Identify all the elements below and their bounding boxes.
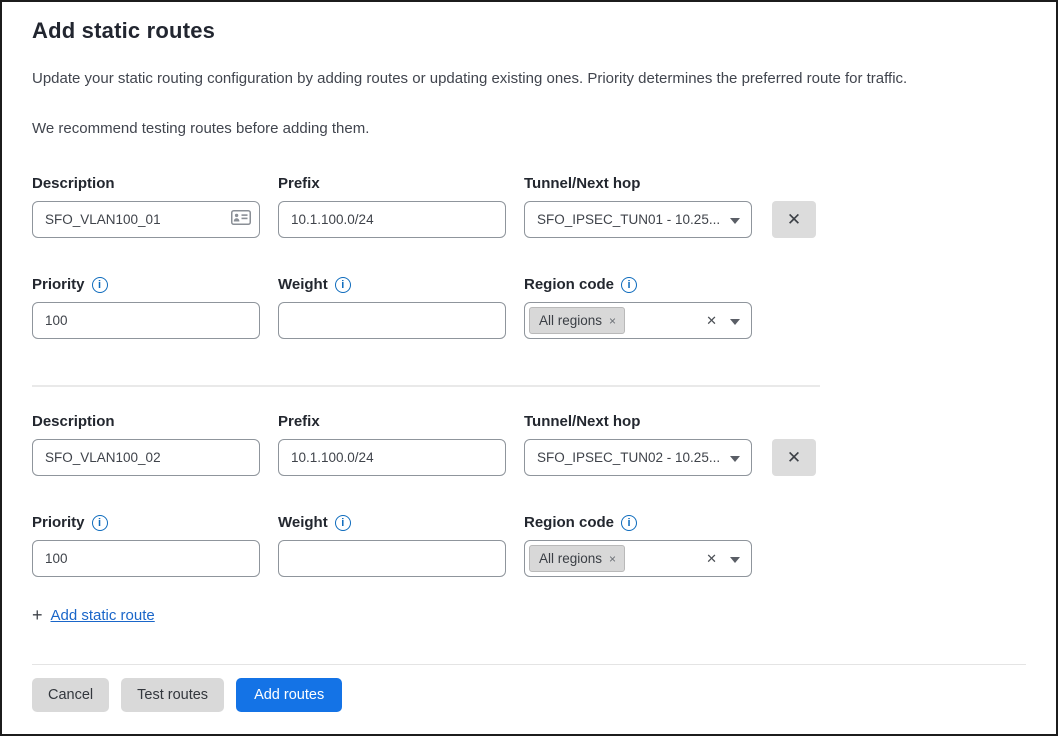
region-chip-label: All regions bbox=[539, 551, 602, 566]
prefix-field-group: Prefix bbox=[278, 175, 506, 238]
footer-buttons: Cancel Test routes Add routes bbox=[32, 678, 1026, 712]
chevron-down-icon bbox=[730, 319, 740, 325]
description-input[interactable] bbox=[32, 439, 260, 476]
page-title: Add static routes bbox=[32, 18, 1026, 44]
add-routes-button[interactable]: Add routes bbox=[236, 678, 342, 712]
info-icon[interactable]: i bbox=[92, 515, 108, 531]
cancel-button[interactable]: Cancel bbox=[32, 678, 109, 712]
chip-remove-icon[interactable]: × bbox=[609, 552, 616, 566]
description-label: Description bbox=[32, 175, 260, 192]
tunnel-select-value: SFO_IPSEC_TUN01 - 10.25... bbox=[537, 212, 720, 227]
route-divider bbox=[32, 385, 820, 387]
add-static-route-row: + Add static route bbox=[32, 605, 1026, 626]
description-input[interactable] bbox=[32, 201, 260, 238]
region-field-group: Region code i All regions × ✕ bbox=[524, 276, 752, 339]
description-field-group: Description bbox=[32, 413, 260, 476]
chevron-down-icon bbox=[730, 456, 740, 462]
weight-label: Weight bbox=[278, 276, 328, 293]
add-static-routes-dialog: Add static routes Update your static rou… bbox=[2, 2, 1056, 712]
tunnel-label: Tunnel/Next hop bbox=[524, 413, 752, 430]
prefix-label: Prefix bbox=[278, 413, 506, 430]
region-select[interactable]: All regions × ✕ bbox=[524, 540, 752, 577]
tunnel-select[interactable]: SFO_IPSEC_TUN01 - 10.25... bbox=[524, 201, 752, 238]
priority-label: Priority bbox=[32, 276, 85, 293]
chevron-down-icon bbox=[730, 218, 740, 224]
tunnel-field-group: Tunnel/Next hop SFO_IPSEC_TUN01 - 10.25.… bbox=[524, 175, 752, 238]
prefix-input[interactable] bbox=[278, 201, 506, 238]
region-label: Region code bbox=[524, 276, 614, 293]
info-icon[interactable]: i bbox=[621, 515, 637, 531]
priority-field-group: Priority i bbox=[32, 514, 260, 577]
tunnel-select[interactable]: SFO_IPSEC_TUN02 - 10.25... bbox=[524, 439, 752, 476]
region-label: Region code bbox=[524, 514, 614, 531]
intro-text: Update your static routing configuration… bbox=[32, 68, 1026, 89]
weight-field-group: Weight i bbox=[278, 276, 506, 339]
route-entry-1: Description Prefix bbox=[32, 175, 1026, 339]
clear-icon[interactable]: ✕ bbox=[706, 551, 717, 567]
region-chip-label: All regions bbox=[539, 313, 602, 328]
route-entry-2: Description Prefix Tunnel/Next hop SFO_I… bbox=[32, 413, 1026, 577]
priority-label: Priority bbox=[32, 514, 85, 531]
chip-remove-icon[interactable]: × bbox=[609, 314, 616, 328]
region-chip: All regions × bbox=[529, 307, 625, 334]
chevron-down-icon bbox=[730, 557, 740, 563]
tunnel-field-group: Tunnel/Next hop SFO_IPSEC_TUN02 - 10.25.… bbox=[524, 413, 752, 476]
footer-divider bbox=[32, 664, 1026, 665]
description-label: Description bbox=[32, 413, 260, 430]
info-icon[interactable]: i bbox=[621, 277, 637, 293]
close-icon: ✕ bbox=[787, 448, 801, 468]
remove-route-button[interactable]: ✕ bbox=[772, 439, 816, 476]
remove-route-button[interactable]: ✕ bbox=[772, 201, 816, 238]
prefix-input[interactable] bbox=[278, 439, 506, 476]
prefix-field-group: Prefix bbox=[278, 413, 506, 476]
region-select[interactable]: All regions × ✕ bbox=[524, 302, 752, 339]
prefix-label: Prefix bbox=[278, 175, 506, 192]
info-icon[interactable]: i bbox=[335, 277, 351, 293]
region-chip: All regions × bbox=[529, 545, 625, 572]
region-field-group: Region code i All regions × ✕ bbox=[524, 514, 752, 577]
weight-input[interactable] bbox=[278, 302, 506, 339]
tunnel-select-value: SFO_IPSEC_TUN02 - 10.25... bbox=[537, 450, 720, 465]
add-static-route-link[interactable]: Add static route bbox=[51, 607, 155, 624]
weight-input[interactable] bbox=[278, 540, 506, 577]
plus-icon: + bbox=[32, 605, 43, 626]
weight-field-group: Weight i bbox=[278, 514, 506, 577]
clear-icon[interactable]: ✕ bbox=[706, 313, 717, 329]
priority-input[interactable] bbox=[32, 302, 260, 339]
description-field-group: Description bbox=[32, 175, 260, 238]
close-icon: ✕ bbox=[787, 210, 801, 230]
priority-field-group: Priority i bbox=[32, 276, 260, 339]
recommendation-text: We recommend testing routes before addin… bbox=[32, 118, 1026, 139]
priority-input[interactable] bbox=[32, 540, 260, 577]
info-icon[interactable]: i bbox=[92, 277, 108, 293]
info-icon[interactable]: i bbox=[335, 515, 351, 531]
test-routes-button[interactable]: Test routes bbox=[121, 678, 224, 712]
weight-label: Weight bbox=[278, 514, 328, 531]
tunnel-label: Tunnel/Next hop bbox=[524, 175, 752, 192]
